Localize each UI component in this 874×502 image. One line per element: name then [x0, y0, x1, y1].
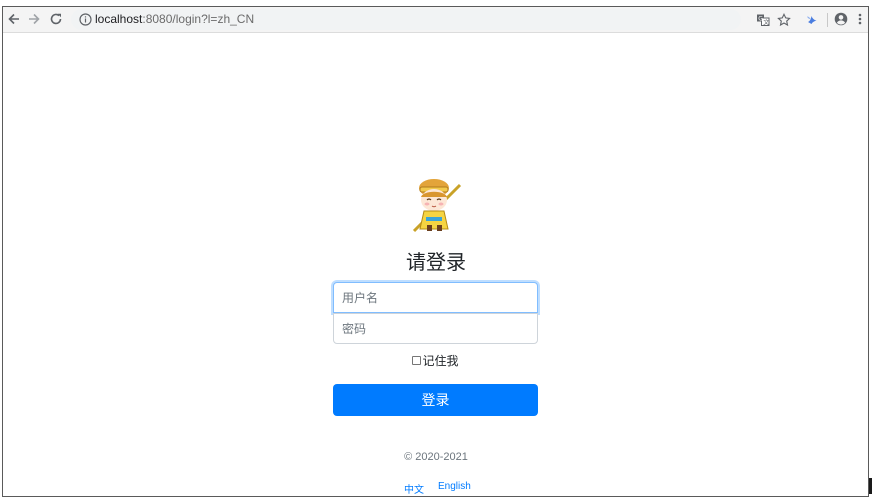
language-en-link[interactable]: English — [438, 481, 471, 492]
remember-label: 记住我 — [422, 354, 459, 368]
remember-me[interactable]: 记住我 — [333, 352, 538, 369]
copyright-text: © 2020-2021 — [404, 451, 468, 463]
back-arrow-icon[interactable] — [5, 9, 23, 29]
address-bar[interactable]: localhost:8080/login?l=zh_CN 文G — [71, 9, 791, 30]
reload-icon[interactable] — [47, 9, 65, 29]
info-icon[interactable] — [79, 13, 92, 26]
url-text[interactable]: localhost:8080/login?l=zh_CN — [95, 12, 254, 26]
svg-text:文: 文 — [763, 18, 769, 26]
forward-arrow-icon[interactable] — [25, 9, 43, 29]
login-button[interactable]: 登录 — [333, 384, 538, 416]
monkey-king-logo — [410, 177, 462, 233]
window-edge-marker — [869, 478, 872, 494]
language-zh-link[interactable]: 中文 — [404, 481, 424, 496]
menu-icon[interactable] — [854, 9, 866, 29]
password-input[interactable] — [333, 313, 538, 344]
login-heading: 请登录 — [406, 250, 466, 274]
browser-toolbar: localhost:8080/login?l=zh_CN 文G — [3, 7, 868, 33]
svg-text:G: G — [758, 15, 763, 22]
remember-checkbox[interactable] — [412, 356, 422, 365]
username-input[interactable] — [333, 282, 538, 313]
toolbar-separator — [827, 13, 828, 27]
translate-icon[interactable]: 文G — [755, 12, 770, 27]
star-icon[interactable] — [776, 12, 791, 27]
account-icon[interactable] — [832, 9, 850, 29]
extension-icon[interactable] — [803, 9, 821, 29]
